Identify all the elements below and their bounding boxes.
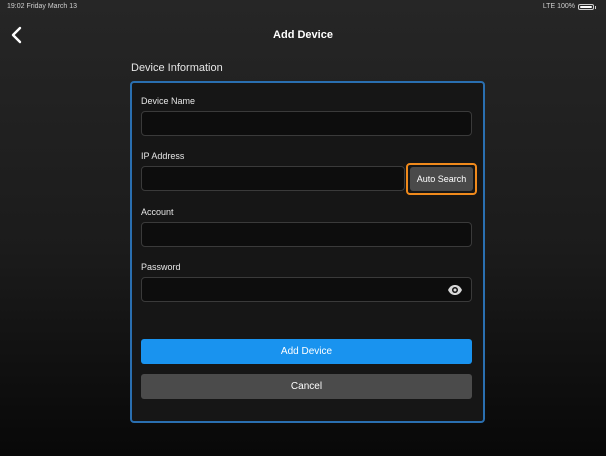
- cancel-button[interactable]: Cancel: [141, 374, 472, 399]
- network-label: LTE: [542, 3, 556, 10]
- password-input[interactable]: [141, 277, 472, 302]
- status-right: LTE 100%: [543, 0, 596, 14]
- account-label: Account: [141, 207, 174, 217]
- status-time: 19:02 Friday March 13: [7, 3, 78, 10]
- battery-icon: [578, 4, 594, 10]
- password-visibility-toggle[interactable]: [447, 283, 463, 297]
- page-title: Add Device: [273, 29, 333, 41]
- add-device-button[interactable]: Add Device: [141, 339, 472, 364]
- section-title: Device Information: [131, 62, 223, 74]
- auto-search-highlight: Auto Search: [406, 163, 477, 195]
- device-name-input[interactable]: [141, 111, 472, 136]
- status-bar: 19:02 Friday March 13 LTE 100%: [0, 0, 606, 14]
- app-screen: 19:02 Friday March 13 LTE 100% Add Devic…: [0, 0, 606, 456]
- device-name-label: Device Name: [141, 96, 196, 106]
- battery-tip: [595, 5, 596, 9]
- account-input[interactable]: [141, 222, 472, 247]
- password-label: Password: [141, 262, 181, 272]
- nav-bar: Add Device: [0, 18, 606, 54]
- ip-address-input[interactable]: [141, 166, 405, 191]
- eye-icon: [448, 285, 462, 295]
- battery-fill: [580, 6, 592, 8]
- battery-percent: 100%: [557, 3, 575, 10]
- auto-search-button[interactable]: Auto Search: [410, 167, 473, 191]
- ip-address-label: IP Address: [141, 151, 185, 161]
